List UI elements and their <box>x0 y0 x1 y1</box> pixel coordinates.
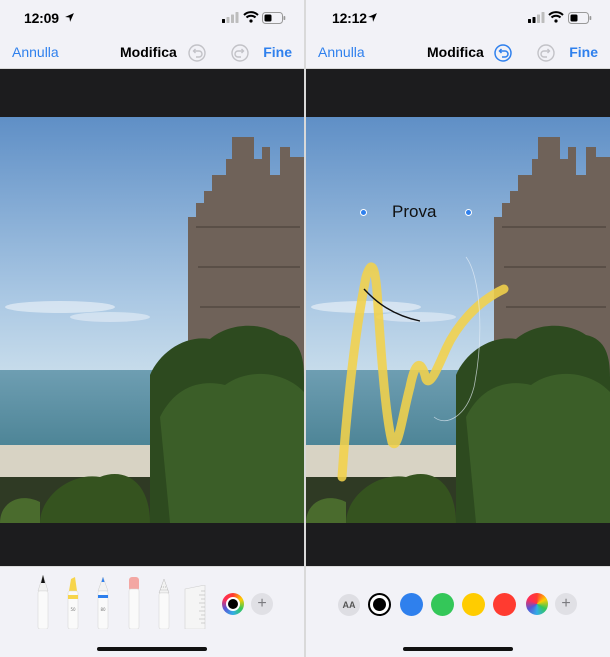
color-swatch-yellow[interactable] <box>462 593 485 616</box>
photo-castle-lake-annotated <box>306 117 610 523</box>
location-arrow-icon <box>368 13 377 22</box>
nav-bar: Annulla Modifica Fine <box>306 36 610 69</box>
cancel-button[interactable]: Annulla <box>318 44 365 60</box>
nav-title: Modifica <box>120 44 177 60</box>
marker-size-label: 50 <box>70 607 76 612</box>
cellular-signal-icon <box>528 12 545 23</box>
text-toolbar: AA + <box>306 566 610 657</box>
redo-icon[interactable] <box>537 44 555 62</box>
cellular-signal-icon <box>222 12 239 23</box>
ruler-tool-icon[interactable] <box>184 585 206 629</box>
wifi-icon <box>548 11 564 23</box>
color-picker-icon[interactable] <box>222 593 244 615</box>
pencil-tool-icon[interactable]: 80 <box>96 573 110 629</box>
lasso-tool-icon[interactable] <box>157 573 171 629</box>
pencil-size-label: 80 <box>100 607 106 612</box>
battery-icon <box>568 12 592 24</box>
battery-icon <box>262 12 286 24</box>
home-indicator <box>403 647 513 651</box>
done-button[interactable]: Fine <box>569 44 598 60</box>
nav-bar: Annulla Modifica Fine <box>0 36 304 69</box>
location-arrow-icon <box>65 13 74 22</box>
undo-icon[interactable] <box>494 44 512 62</box>
home-indicator <box>97 647 207 651</box>
color-swatch-red[interactable] <box>493 593 516 616</box>
font-format-button[interactable]: AA <box>338 594 360 616</box>
drawing-toolbar: 50 80 + <box>0 566 304 657</box>
color-picker-icon[interactable] <box>526 593 548 615</box>
status-time: 12:09 <box>24 10 59 26</box>
markup-screen-left: 12:09 Annulla Modifica Fine 50 80 + <box>0 0 304 657</box>
markup-canvas[interactable]: Prova <box>306 69 610 566</box>
pen-tool-icon[interactable] <box>36 573 50 629</box>
wifi-icon <box>243 11 259 23</box>
markup-canvas[interactable] <box>0 69 304 566</box>
done-button[interactable]: Fine <box>263 44 292 60</box>
eraser-tool-icon[interactable] <box>127 573 141 629</box>
color-swatch-black[interactable] <box>368 593 391 616</box>
photo-castle-lake <box>0 117 304 523</box>
undo-icon[interactable] <box>188 44 206 62</box>
nav-title: Modifica <box>427 44 484 60</box>
status-bar: 12:12 <box>306 0 610 36</box>
redo-icon[interactable] <box>231 44 249 62</box>
status-bar: 12:09 <box>0 0 304 36</box>
color-swatch-green[interactable] <box>431 593 454 616</box>
status-time: 12:12 <box>332 10 367 26</box>
add-annotation-button[interactable]: + <box>555 593 577 615</box>
marker-tool-icon[interactable]: 50 <box>66 573 80 629</box>
cancel-button[interactable]: Annulla <box>12 44 59 60</box>
add-annotation-button[interactable]: + <box>251 593 273 615</box>
color-swatch-blue[interactable] <box>400 593 423 616</box>
markup-screen-right: 12:12 Annulla Modifica Fine Prova AA + <box>306 0 610 657</box>
